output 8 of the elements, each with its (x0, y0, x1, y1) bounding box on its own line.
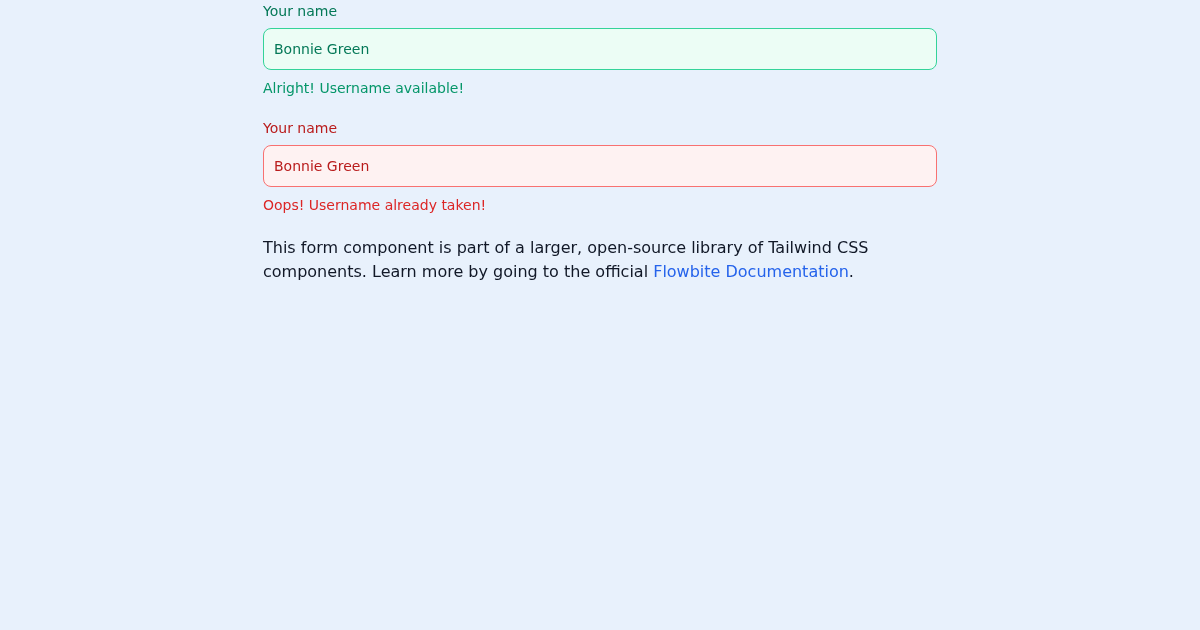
documentation-link[interactable]: Flowbite Documentation (653, 262, 849, 281)
name-input[interactable]: Bonnie Green (263, 145, 937, 187)
info-paragraph: This form component is part of a larger, open-source library of Tailwind CSS components. Learn more by going to the official Flowbite Documentation. (263, 237, 870, 283)
error-message: Oops! Username already taken! (263, 196, 487, 214)
name-input[interactable]: Bonnie Green (263, 28, 937, 70)
success-message: Alright! Username available! (263, 79, 465, 97)
field-label: Your name (263, 119, 338, 137)
field-label: Your name (263, 2, 338, 20)
